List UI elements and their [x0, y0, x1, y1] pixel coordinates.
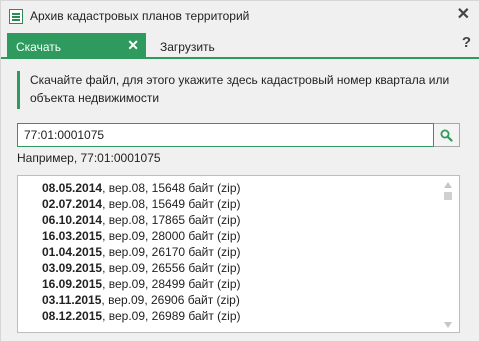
- file-date: 03.11.2015: [42, 293, 102, 307]
- file-info: , вер.09, 26906 байт (zip): [101, 293, 240, 307]
- tab-close-icon[interactable]: ✕: [127, 37, 139, 54]
- scroll-up-icon[interactable]: [444, 182, 452, 188]
- close-icon[interactable]: ✕: [457, 7, 470, 23]
- archive-window: Архив кадастровых планов территорий ✕ Ск…: [0, 0, 480, 341]
- list-item[interactable]: 16.03.2015, вер.09, 28000 байт (zip): [42, 228, 241, 244]
- search-icon: [440, 129, 453, 142]
- search-bar: [17, 123, 460, 147]
- tab-download[interactable]: Скачать ✕: [7, 33, 146, 59]
- window-title: Архив кадастровых планов территорий: [30, 9, 250, 23]
- file-info: , вер.09, 26170 байт (zip): [102, 245, 241, 259]
- list-item[interactable]: 03.09.2015, вер.09, 26556 байт (zip): [42, 260, 241, 276]
- file-info: , вер.09, 26556 байт (zip): [102, 261, 241, 275]
- file-info: , вер.09, 26989 байт (zip): [102, 309, 241, 323]
- instruction-notice: Скачайте файл, для этого укажите здесь к…: [17, 71, 463, 109]
- file-date: 03.09.2015: [42, 261, 103, 275]
- list-item[interactable]: 01.04.2015, вер.09, 26170 байт (zip): [42, 244, 241, 260]
- file-date: 02.07.2014: [42, 197, 103, 211]
- list-item[interactable]: 02.07.2014, вер.08, 15649 байт (zip): [42, 196, 241, 212]
- file-date: 16.03.2015: [42, 229, 103, 243]
- tab-download-label: Скачать: [16, 40, 61, 54]
- file-info: , вер.08, 15649 байт (zip): [102, 197, 241, 211]
- list-item[interactable]: 06.10.2014, вер.08, 17865 байт (zip): [42, 212, 241, 228]
- tab-bar: Скачать ✕ Загрузить ?: [1, 32, 479, 59]
- document-list-icon: [9, 9, 23, 24]
- file-list-items: 08.05.2014, вер.08, 15648 байт (zip) 02.…: [42, 180, 241, 324]
- tab-upload[interactable]: Загрузить: [160, 40, 215, 54]
- download-panel: Скачайте файл, для этого укажите здесь к…: [1, 61, 479, 341]
- cadastral-number-input[interactable]: [17, 123, 434, 147]
- file-info: , вер.09, 28000 байт (zip): [102, 229, 241, 243]
- list-item[interactable]: 08.12.2015, вер.09, 26989 байт (zip): [42, 308, 241, 324]
- list-item[interactable]: 03.11.2015, вер.09, 26906 байт (zip): [42, 292, 241, 308]
- scroll-thumb[interactable]: [444, 192, 452, 200]
- file-date: 08.05.2014: [42, 181, 103, 195]
- example-hint: Например, 77:01:0001075: [17, 151, 161, 165]
- file-date: 08.12.2015: [42, 309, 103, 323]
- list-item[interactable]: 16.09.2015, вер.09, 28499 байт (zip): [42, 276, 241, 292]
- title-bar: Архив кадастровых планов территорий ✕: [1, 1, 479, 32]
- file-date: 16.09.2015: [42, 277, 103, 291]
- file-info: , вер.08, 17865 байт (zip): [102, 213, 241, 227]
- help-icon[interactable]: ?: [462, 34, 471, 51]
- file-date: 06.10.2014: [42, 213, 103, 227]
- file-info: , вер.09, 28499 байт (zip): [102, 277, 241, 291]
- search-button[interactable]: [434, 123, 460, 147]
- list-item[interactable]: 08.05.2014, вер.08, 15648 байт (zip): [42, 180, 241, 196]
- file-info: , вер.08, 15648 байт (zip): [102, 181, 241, 195]
- file-list: 08.05.2014, вер.08, 15648 байт (zip) 02.…: [17, 175, 460, 333]
- scroll-down-icon[interactable]: [444, 322, 452, 328]
- file-date: 01.04.2015: [42, 245, 103, 259]
- list-scrollbar[interactable]: [444, 180, 453, 330]
